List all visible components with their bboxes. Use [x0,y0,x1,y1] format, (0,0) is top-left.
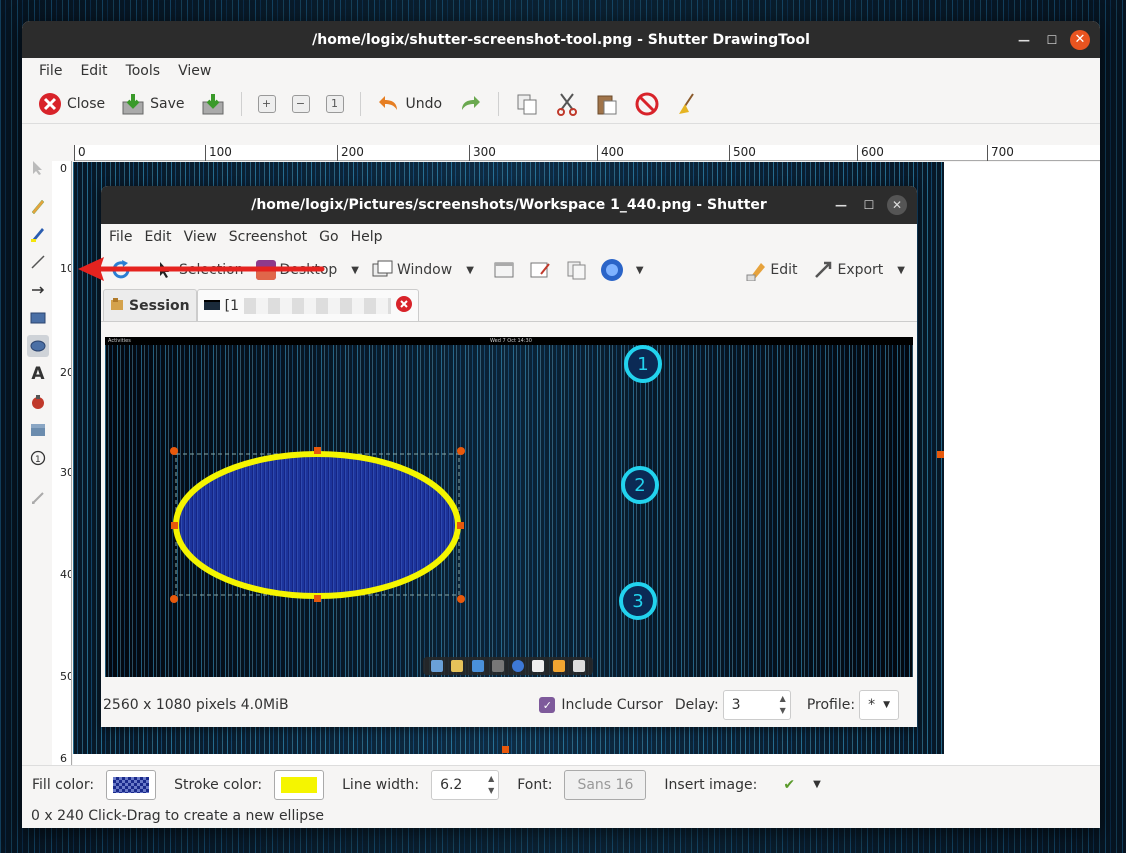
stroke-color-button[interactable] [274,769,325,800]
fill-color-label: Fill color: [32,776,95,793]
red-arrow-annotation [78,257,325,281]
chevron-down-icon[interactable]: ▼ [813,779,821,790]
stroke-color-swatch [281,776,318,793]
drawing-tool-window: /home/logix/shutter-screenshot-tool.png … [22,21,1100,828]
stroke-color-label: Stroke color: [174,776,263,793]
line-width-label: Line width: [342,776,420,793]
insert-image-label: Insert image: [664,776,758,793]
status-text: 0 x 240 Click-Drag to create a new ellip… [31,807,325,824]
font-label: Font: [517,776,553,793]
line-width-value[interactable]: 6.2 [432,777,484,793]
status-bar: 0 x 240 Click-Drag to create a new ellip… [22,803,1100,828]
font-button[interactable]: Sans 16 [564,769,647,800]
fill-color-button[interactable] [106,769,157,800]
font-value: Sans 16 [577,776,634,793]
line-width-spinner[interactable]: 6.2 ▲ ▼ [431,769,500,800]
properties-bar: Fill color: Stroke color: Line width: 6.… [22,765,1100,803]
checkmark-icon[interactable]: ✔ [783,777,795,793]
